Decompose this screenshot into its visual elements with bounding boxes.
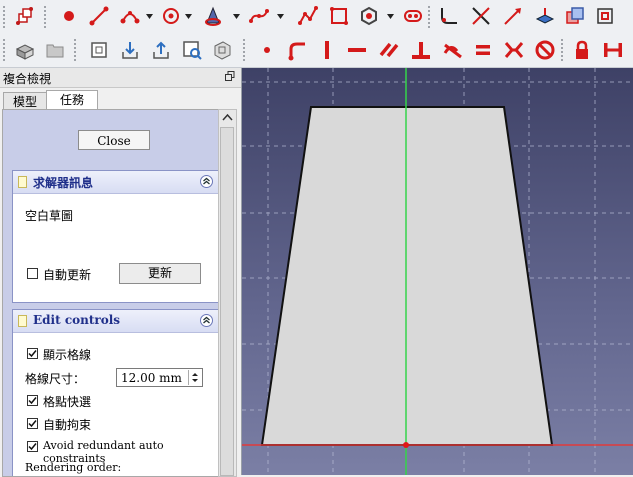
carbon-copy-icon[interactable] [562, 3, 588, 29]
checkmark-icon [28, 420, 37, 428]
validate-sketch-icon[interactable] [86, 37, 112, 63]
symmetric-constraint-icon[interactable] [501, 37, 527, 63]
toolbar-grip[interactable] [428, 6, 433, 28]
edit-controls-box: Edit controls 顯示格線 格線尺寸： 12.00 mm 格點快選 自… [12, 309, 219, 476]
chevron-down-icon[interactable] [146, 14, 153, 20]
open-folder-icon[interactable] [42, 37, 68, 63]
solver-box-header[interactable]: 求解器訊息 [13, 171, 218, 194]
chevron-down-icon[interactable] [277, 14, 284, 20]
scroll-up-icon[interactable] [219, 110, 236, 126]
parallel-constraint-icon[interactable] [376, 37, 402, 63]
fillet-icon[interactable] [436, 3, 462, 29]
coincident-constraint-icon[interactable] [254, 37, 280, 63]
solver-status-text: 空白草圖 [25, 209, 74, 223]
grid-size-input[interactable]: 12.00 mm [116, 368, 203, 387]
auto-constraints-label: 自動拘束 [43, 418, 92, 432]
export-icon[interactable] [148, 37, 174, 63]
panel-titlebar: 複合檢視 [0, 68, 241, 88]
sketch-canvas-svg[interactable] [242, 68, 633, 475]
map-sketch-icon[interactable] [209, 37, 235, 63]
toolbar-grip[interactable] [74, 39, 79, 61]
grid-size-value: 12.00 mm [121, 371, 182, 385]
panel-title: 複合檢視 [3, 72, 52, 86]
conic-icon[interactable] [200, 3, 226, 29]
block-constraint-icon[interactable] [532, 37, 558, 63]
sketch-viewport[interactable] [242, 68, 633, 475]
view-section-icon[interactable] [179, 37, 205, 63]
document-icon [18, 315, 27, 327]
tab-model[interactable]: 模型 [3, 92, 47, 110]
rectangle-icon[interactable] [326, 3, 352, 29]
sketch-trapezoid-face[interactable] [260, 106, 554, 446]
trim-icon[interactable] [468, 3, 494, 29]
toolbar-grip[interactable] [243, 39, 248, 61]
import-icon[interactable] [117, 37, 143, 63]
point-on-object-constraint-icon[interactable] [284, 37, 310, 63]
horizontal-distance-constraint-icon[interactable] [600, 37, 626, 63]
toolbar-grip[interactable] [3, 6, 8, 28]
extend-icon[interactable] [500, 3, 526, 29]
edit-controls-title: Edit controls [33, 313, 121, 327]
checkmark-icon [28, 397, 37, 405]
bspline-icon[interactable] [246, 3, 272, 29]
toolbar-grip[interactable] [3, 39, 8, 61]
point-icon[interactable] [56, 3, 82, 29]
chevron-down-icon[interactable] [387, 14, 394, 20]
toolbar-grip[interactable] [44, 6, 49, 28]
solver-box-title: 求解器訊息 [33, 176, 94, 190]
horizontal-constraint-icon[interactable] [344, 37, 370, 63]
new-sketch-icon[interactable] [12, 37, 38, 63]
tab-task[interactable]: 任務 [46, 90, 98, 110]
collapse-icon[interactable] [200, 175, 213, 188]
equal-constraint-icon[interactable] [470, 37, 496, 63]
checkmark-icon [28, 443, 37, 451]
checkmark-icon [28, 350, 37, 358]
grid-snap-label: 格點快選 [43, 395, 92, 409]
document-icon [18, 176, 27, 188]
polygon-icon[interactable] [356, 3, 382, 29]
show-grid-checkbox[interactable] [27, 348, 38, 359]
construction-mode-icon[interactable] [592, 3, 618, 29]
origin-point[interactable] [403, 442, 409, 448]
circle-icon[interactable] [158, 3, 184, 29]
scrollbar-thumb[interactable] [220, 127, 234, 476]
auto-update-label: 自動更新 [43, 268, 92, 282]
grid-snap-checkbox[interactable] [27, 395, 38, 406]
float-panel-icon[interactable] [225, 71, 235, 81]
solver-messages-box: 求解器訊息 空白草圖 自動更新 更新 [12, 170, 219, 303]
chevron-down-icon[interactable] [233, 14, 240, 20]
sketcher-toolbar-bottom [0, 33, 633, 68]
close-button[interactable]: Close [78, 130, 150, 150]
avoid-redundant-checkbox[interactable] [27, 441, 38, 452]
rendering-order-label: Rendering order: [25, 461, 122, 474]
task-panel-scrollbar[interactable] [218, 109, 237, 477]
auto-constraints-checkbox[interactable] [27, 418, 38, 429]
spin-stepper-icon[interactable] [188, 370, 201, 385]
grid-size-label: 格線尺寸： [25, 372, 86, 386]
arc-icon[interactable] [117, 3, 143, 29]
slot-icon[interactable] [400, 3, 426, 29]
perpendicular-constraint-icon[interactable] [408, 37, 434, 63]
chevron-down-icon[interactable] [185, 14, 192, 20]
line-icon[interactable] [86, 3, 112, 29]
task-panel: Close 求解器訊息 空白草圖 自動更新 更新 Edit controls 顯… [2, 109, 220, 477]
sketch-view-icon[interactable] [12, 3, 38, 29]
show-grid-label: 顯示格線 [43, 348, 92, 362]
toolbar-grip[interactable] [561, 39, 566, 61]
collapse-icon[interactable] [200, 314, 213, 327]
sketcher-toolbar-top [0, 0, 633, 34]
external-geometry-icon[interactable] [532, 3, 558, 29]
tangent-constraint-icon[interactable] [440, 37, 466, 63]
polyline-icon[interactable] [295, 3, 321, 29]
edit-controls-header[interactable]: Edit controls [13, 310, 218, 333]
combo-view-panel: 複合檢視 模型 任務 Close 求解器訊息 空白草圖 自動更新 更新 Edit… [0, 68, 242, 477]
auto-update-checkbox[interactable] [27, 268, 38, 279]
lock-constraint-icon[interactable] [569, 37, 595, 63]
vertical-constraint-icon[interactable] [314, 37, 340, 63]
update-button[interactable]: 更新 [119, 263, 201, 284]
